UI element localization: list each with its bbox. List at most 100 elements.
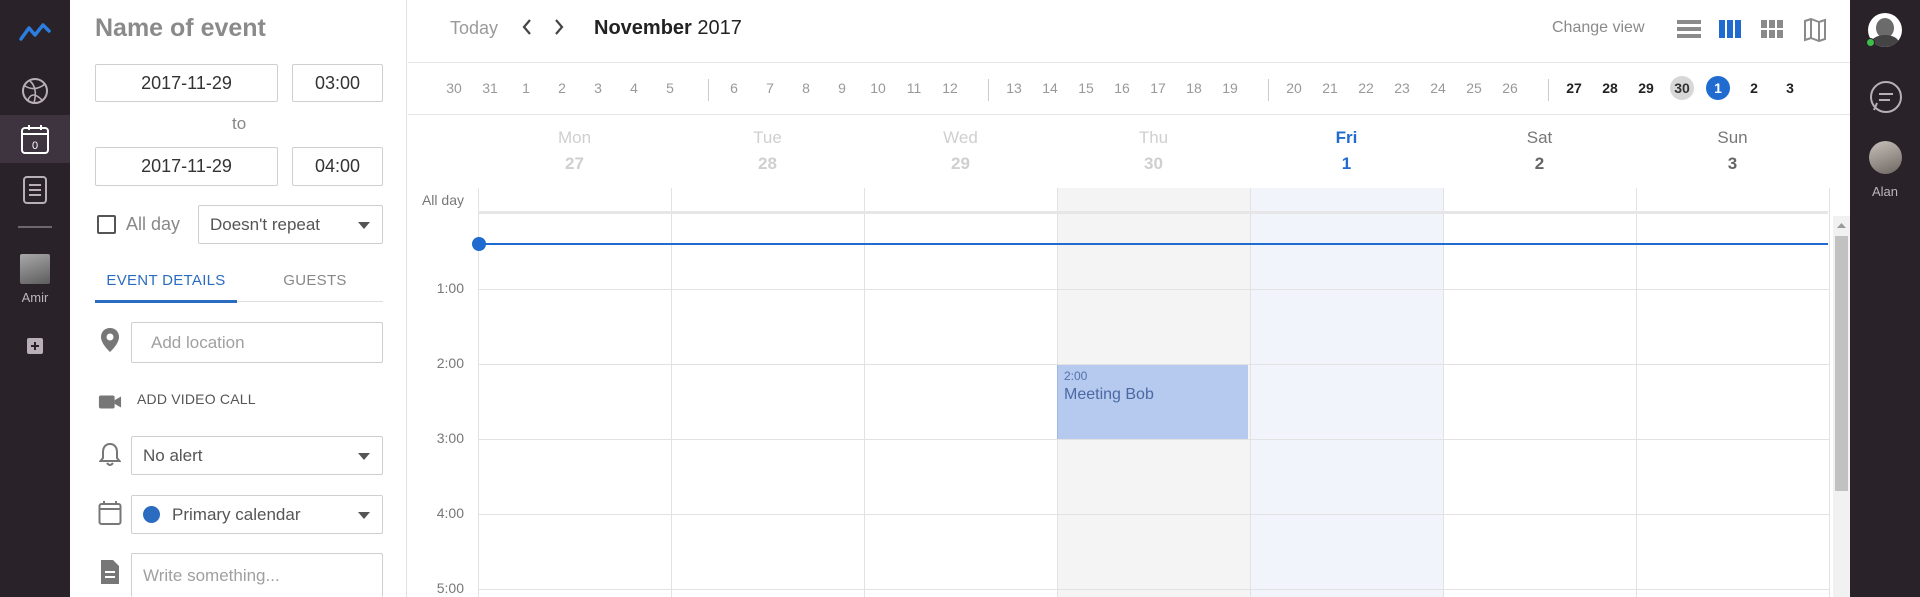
- strip-day[interactable]: 30: [440, 80, 468, 96]
- strip-day[interactable]: 3: [584, 80, 612, 96]
- calendar-icon: 0: [21, 125, 49, 154]
- location-input[interactable]: Add location: [131, 322, 383, 363]
- notes-placeholder: Write something...: [143, 565, 280, 585]
- strip-day[interactable]: 25: [1460, 80, 1488, 96]
- strip-day[interactable]: 29: [1632, 80, 1660, 96]
- strip-day[interactable]: 6: [720, 80, 748, 96]
- strip-day[interactable]: 7: [756, 80, 784, 96]
- day-column[interactable]: [672, 188, 865, 597]
- hour-label: 1:00: [436, 280, 464, 296]
- strip-day[interactable]: 24: [1424, 80, 1452, 96]
- strip-day[interactable]: 15: [1072, 80, 1100, 96]
- end-date-field[interactable]: 2017-11-29: [95, 147, 278, 186]
- strip-day[interactable]: 5: [656, 80, 684, 96]
- day-number: 1: [1341, 154, 1352, 173]
- day-number: 30: [1144, 154, 1163, 173]
- chevron-left-icon[interactable]: [520, 16, 534, 44]
- strip-day[interactable]: 1: [512, 80, 540, 96]
- calendar-select[interactable]: Primary calendar: [131, 495, 383, 534]
- day-column[interactable]: [1251, 188, 1444, 597]
- day-header[interactable]: Tue 28: [671, 128, 864, 174]
- strip-day[interactable]: 30: [1670, 76, 1694, 100]
- strip-day[interactable]: 11: [900, 80, 928, 96]
- hour-label: 4:00: [436, 505, 464, 521]
- strip-day[interactable]: 13: [1000, 80, 1028, 96]
- all-day-checkbox[interactable]: [97, 215, 116, 234]
- current-time-line: [478, 243, 1828, 245]
- month-view-icon[interactable]: [1760, 18, 1784, 45]
- bell-icon: [98, 440, 122, 468]
- chevron-down-icon: [358, 221, 370, 229]
- tab-guests[interactable]: GUESTS: [247, 272, 383, 289]
- strip-day[interactable]: 31: [476, 80, 504, 96]
- strip-day[interactable]: 10: [864, 80, 892, 96]
- strip-day[interactable]: 17: [1144, 80, 1172, 96]
- strip-day[interactable]: 20: [1280, 80, 1308, 96]
- scrollbar[interactable]: [1833, 216, 1850, 597]
- chat-icon[interactable]: [1868, 79, 1904, 120]
- strip-day[interactable]: 1: [1706, 76, 1730, 100]
- week-divider: [988, 79, 989, 101]
- app-logo-icon[interactable]: [0, 14, 70, 50]
- strip-day[interactable]: 28: [1596, 80, 1624, 96]
- day-column[interactable]: [1444, 188, 1637, 597]
- day-column[interactable]: [1637, 188, 1830, 597]
- day-header[interactable]: Wed 29: [864, 128, 1057, 174]
- day-header[interactable]: Fri 1: [1250, 128, 1443, 174]
- day-header[interactable]: Sun 3: [1636, 128, 1829, 174]
- day-column[interactable]: [479, 188, 672, 597]
- start-date-field[interactable]: 2017-11-29: [95, 64, 278, 102]
- scrollbar-thumb[interactable]: [1835, 236, 1848, 491]
- location-pin-icon: [98, 326, 122, 354]
- globe-icon[interactable]: [0, 70, 70, 112]
- calendar-nav-button[interactable]: 0: [0, 115, 70, 163]
- day-view-icon[interactable]: [1676, 18, 1702, 45]
- alert-select[interactable]: No alert: [131, 436, 383, 475]
- day-name: Thu: [1138, 128, 1169, 147]
- map-view-icon[interactable]: [1804, 17, 1826, 47]
- day-name: Sat: [1526, 128, 1553, 147]
- strip-day[interactable]: 23: [1388, 80, 1416, 96]
- week-divider: [708, 79, 709, 101]
- hour-line: [479, 514, 1829, 515]
- location-placeholder: Add location: [151, 332, 245, 352]
- day-header[interactable]: Sat 2: [1443, 128, 1636, 174]
- strip-day[interactable]: 14: [1036, 80, 1064, 96]
- strip-day[interactable]: 18: [1180, 80, 1208, 96]
- strip-day[interactable]: 21: [1316, 80, 1344, 96]
- day-column[interactable]: [865, 188, 1058, 597]
- all-day-row[interactable]: [478, 188, 1828, 214]
- strip-day[interactable]: 22: [1352, 80, 1380, 96]
- add-icon[interactable]: [0, 334, 70, 358]
- strip-day[interactable]: 9: [828, 80, 856, 96]
- tab-event-details[interactable]: EVENT DETAILS: [95, 272, 237, 303]
- today-button[interactable]: Today: [450, 18, 498, 39]
- notes-textarea[interactable]: Write something...: [131, 553, 383, 597]
- repeat-select[interactable]: Doesn't repeat: [198, 205, 383, 244]
- strip-day[interactable]: 2: [1740, 80, 1768, 96]
- strip-day[interactable]: 4: [620, 80, 648, 96]
- chevron-right-icon[interactable]: [552, 16, 566, 44]
- event-time: 2:00: [1064, 369, 1088, 383]
- day-header[interactable]: Thu 30: [1057, 128, 1250, 174]
- calendar-event[interactable]: 2:00 Meeting Bob: [1057, 365, 1248, 439]
- current-month: November 2017: [594, 17, 742, 39]
- week-view-icon[interactable]: [1718, 18, 1742, 45]
- strip-day[interactable]: 2: [548, 80, 576, 96]
- strip-day[interactable]: 12: [936, 80, 964, 96]
- strip-day[interactable]: 8: [792, 80, 820, 96]
- scroll-up-icon[interactable]: [1833, 218, 1850, 232]
- strip-day[interactable]: 16: [1108, 80, 1136, 96]
- start-time-field[interactable]: 03:00: [292, 64, 383, 102]
- add-video-call-button[interactable]: ADD VIDEO CALL: [137, 391, 256, 407]
- strip-day[interactable]: 19: [1216, 80, 1244, 96]
- contact-avatar-alan[interactable]: [1869, 141, 1902, 174]
- notes-icon[interactable]: [0, 172, 70, 208]
- user-avatar-amir[interactable]: [0, 253, 70, 285]
- event-name-input[interactable]: Name of event: [95, 14, 266, 43]
- day-header[interactable]: Mon 27: [478, 128, 671, 174]
- strip-day[interactable]: 27: [1560, 80, 1588, 96]
- strip-day[interactable]: 26: [1496, 80, 1524, 96]
- end-time-field[interactable]: 04:00: [292, 147, 383, 186]
- strip-day[interactable]: 3: [1776, 80, 1804, 96]
